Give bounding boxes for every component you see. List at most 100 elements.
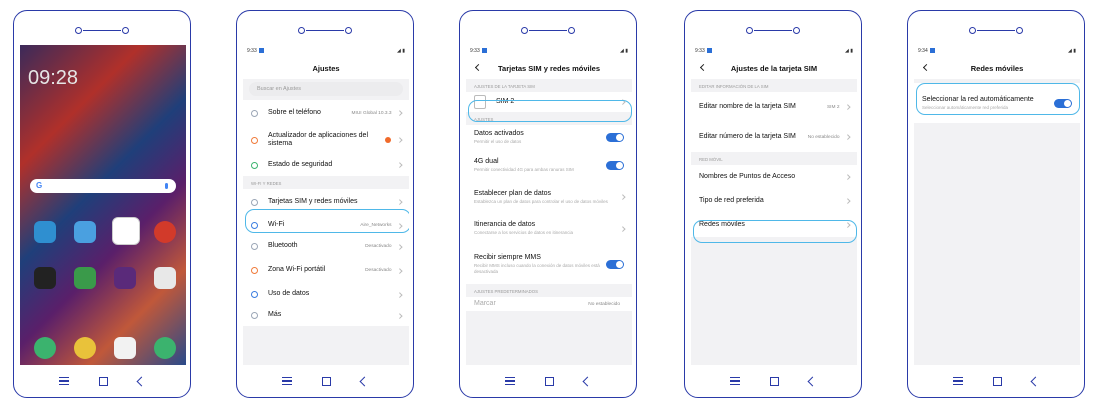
home-icon[interactable] xyxy=(322,376,331,386)
chevron-right-icon xyxy=(396,199,402,205)
home-screen: 09:28 G xyxy=(20,45,186,365)
phone-icon[interactable] xyxy=(34,337,56,359)
app-icon[interactable] xyxy=(34,267,56,289)
earpiece xyxy=(969,27,1023,35)
list-item[interactable]: Itinerancia de datos Conectarse a los ser… xyxy=(466,213,632,244)
menu-icon[interactable] xyxy=(953,377,963,385)
status-time: 9:33 xyxy=(695,48,705,54)
list-item[interactable]: Tipo de red preferida xyxy=(691,189,857,213)
home-icon[interactable] xyxy=(993,376,1002,386)
list-item[interactable]: Sobre el teléfono MIUI Global 10.3.3 xyxy=(243,100,409,126)
sim-screen: 9:33 ◢ ▮ Tarjetas SIM y redes móviles AJU… xyxy=(466,45,632,365)
hotspot-icon xyxy=(251,267,258,274)
list-item[interactable]: Marcar No establecido xyxy=(466,297,632,311)
status-bar: 9:33 ◢ ▮ xyxy=(691,45,857,57)
phone-sim-settings: 9:33 ◢ ▮ Ajustes de la tarjeta SIM EDITAR… xyxy=(684,10,862,398)
status-time: 9:33 xyxy=(247,48,257,54)
mobile-networks-screen: 9:34 ◢ ▮ Redes móviles Seleccionar la red… xyxy=(914,45,1080,365)
list-item[interactable]: 4G dual Permitir conectividad 4G para amb… xyxy=(466,150,632,181)
list-item[interactable]: Más xyxy=(243,305,409,326)
menu-icon[interactable] xyxy=(730,377,740,385)
app-icon[interactable] xyxy=(74,267,96,289)
play-store-icon[interactable] xyxy=(154,267,176,289)
list-item[interactable]: Editar nombre de la tarjeta SIM SIM 2 xyxy=(691,92,857,122)
list-item[interactable]: Uso de datos xyxy=(243,284,409,305)
update-icon xyxy=(251,136,258,144)
toggle-switch[interactable] xyxy=(606,161,624,170)
status-time: 9:33 xyxy=(470,48,480,54)
list-item[interactable]: Editar número de la tarjeta SIM No establ… xyxy=(691,122,857,152)
data-usage-icon xyxy=(251,291,258,298)
app-icon[interactable] xyxy=(114,267,136,289)
list-item[interactable]: Establecer plan de datos Establezca un pl… xyxy=(466,181,632,213)
menu-icon[interactable] xyxy=(505,377,515,385)
chevron-right-icon xyxy=(844,134,850,140)
phone-mobile-networks: 9:34 ◢ ▮ Redes móviles Seleccionar la red… xyxy=(907,10,1085,398)
section-header: AJUSTES DE LA TARJETA SIM xyxy=(474,84,535,89)
mic-icon[interactable] xyxy=(165,183,168,189)
chrome-icon[interactable] xyxy=(74,337,96,359)
back-arrow-icon[interactable] xyxy=(474,63,483,72)
chevron-right-icon xyxy=(844,174,850,180)
section-header: AJUSTES PREDETERMINADOS xyxy=(474,289,538,294)
signal-icon: ◢ ▮ xyxy=(1068,48,1076,54)
status-bar: 9:33 ◢ ▮ xyxy=(466,45,632,57)
google-search-bar[interactable]: G xyxy=(30,179,176,193)
chevron-right-icon xyxy=(844,104,850,110)
search-input[interactable]: Buscar en Ajustes xyxy=(249,82,403,96)
menu-icon[interactable] xyxy=(282,377,292,385)
phone-sim: 9:33 ◢ ▮ Tarjetas SIM y redes móviles AJU… xyxy=(459,10,637,398)
google-icon: G xyxy=(36,181,43,190)
back-icon[interactable] xyxy=(136,376,147,386)
back-icon[interactable] xyxy=(807,376,818,386)
list-item[interactable]: Recibir siempre MMS Recibir MMS incluso c… xyxy=(466,244,632,284)
chevron-right-icon xyxy=(396,313,402,318)
back-arrow-icon[interactable] xyxy=(699,63,708,72)
home-icon[interactable] xyxy=(545,376,554,386)
page-title: Redes móviles xyxy=(914,57,1080,79)
back-arrow-icon[interactable] xyxy=(922,63,931,72)
settings-screen: 9:33 ◢ ▮ Ajustes Buscar en Ajustes Sobre … xyxy=(243,45,409,365)
back-icon[interactable] xyxy=(1030,376,1041,386)
menu-icon[interactable] xyxy=(59,377,69,385)
highlight-outline xyxy=(916,83,1080,115)
chevron-right-icon xyxy=(396,137,402,143)
home-icon[interactable] xyxy=(770,376,779,386)
chevron-right-icon xyxy=(396,162,402,168)
home-icon[interactable] xyxy=(99,376,108,386)
highlight-outline xyxy=(468,100,632,122)
earpiece xyxy=(75,27,129,35)
nav-bar xyxy=(14,371,190,391)
list-item[interactable]: Nombres de Puntos de Acceso xyxy=(691,165,857,189)
phone-settings: 9:33 ◢ ▮ Ajustes Buscar en Ajustes Sobre … xyxy=(236,10,414,398)
section-header: WI-FI Y REDES xyxy=(251,181,282,186)
toggle-switch[interactable] xyxy=(606,133,624,142)
whatsapp-icon[interactable] xyxy=(154,337,176,359)
earpiece xyxy=(746,27,800,35)
section-header: RED MÓVIL xyxy=(699,157,723,162)
home-clock: 09:28 xyxy=(28,67,79,89)
notification-badge xyxy=(384,137,391,143)
list-item[interactable]: Datos activados Permitir el uso de datos xyxy=(466,125,632,150)
app-icon[interactable] xyxy=(74,221,96,243)
list-item[interactable]: Zona Wi-Fi portátil Desactivado xyxy=(243,257,409,284)
page-title: Ajustes xyxy=(243,57,409,79)
list-item[interactable]: Bluetooth Desactivado xyxy=(243,236,409,257)
earpiece xyxy=(298,27,352,35)
sim-settings-screen: 9:33 ◢ ▮ Ajustes de la tarjeta SIM EDITAR… xyxy=(691,45,857,365)
toggle-switch[interactable] xyxy=(606,259,624,269)
app-icon[interactable] xyxy=(34,221,56,243)
highlight-outline xyxy=(693,220,857,243)
app-icon[interactable] xyxy=(154,221,176,243)
chevron-right-icon xyxy=(844,198,850,204)
nav-bar xyxy=(237,371,413,391)
list-item[interactable]: Actualizador de aplicaciones del sistema xyxy=(243,126,409,154)
back-icon[interactable] xyxy=(359,376,370,386)
phone-home: 09:28 G xyxy=(13,10,191,398)
status-time: 9:34 xyxy=(918,48,928,54)
chevron-right-icon xyxy=(396,110,402,116)
gmail-icon[interactable] xyxy=(114,337,136,359)
maps-icon[interactable] xyxy=(112,217,140,245)
back-icon[interactable] xyxy=(582,376,593,386)
list-item[interactable]: Estado de seguridad xyxy=(243,154,409,176)
